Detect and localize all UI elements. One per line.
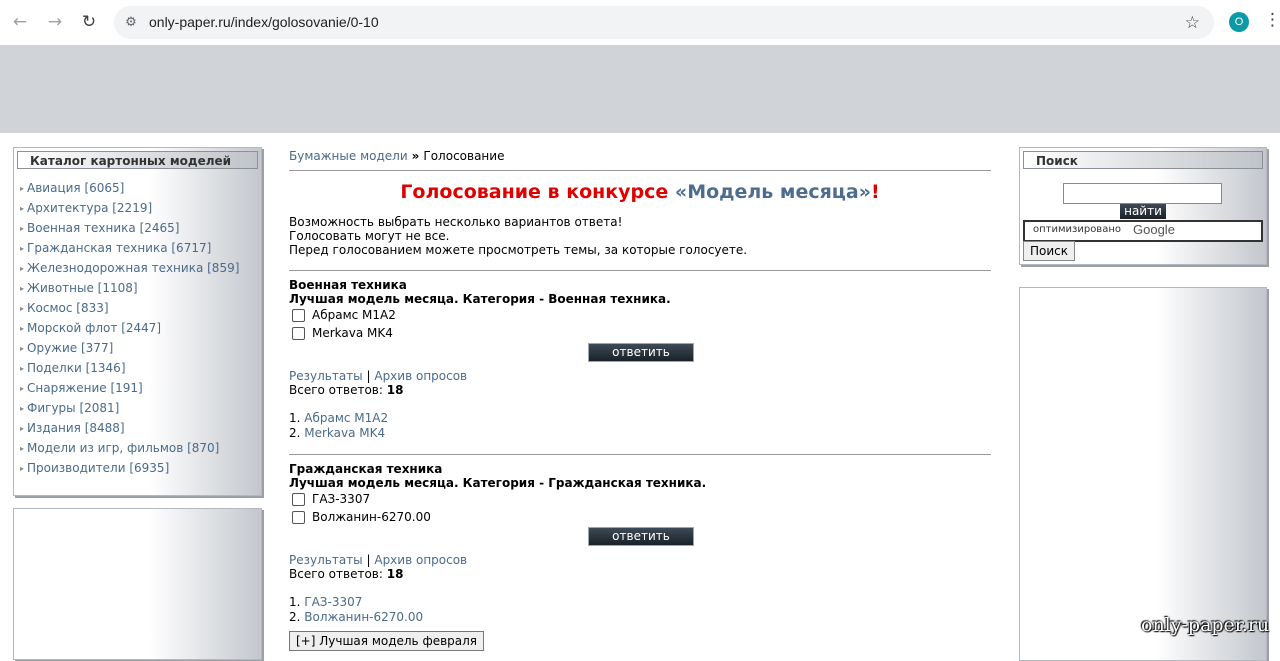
- total-answers: Всего ответов: 18: [289, 383, 404, 397]
- catalog-list: ▸ Авиация [6065] ▸ Архитектура [2219] ▸ Вое…: [14, 172, 261, 478]
- page-title: Голосование в конкурсе «Модель месяца»!: [400, 181, 880, 203]
- poll-links: Результаты | Архив опросов: [289, 553, 468, 567]
- url-text[interactable]: only-paper.ru/index/golosovanie/0-10: [149, 14, 379, 30]
- reload-icon[interactable]: ↻: [78, 11, 100, 33]
- bullet-icon: ▸: [20, 444, 25, 453]
- search-panel: Поиск найти оптимизировано Google Поиск: [1019, 147, 1267, 265]
- google-search-field[interactable]: оптимизировано Google: [1023, 220, 1263, 242]
- right-ad-panel: [1019, 287, 1267, 661]
- breadcrumb-current: Голосование: [423, 149, 505, 163]
- poll-results: 1. ГАЗ-3307 2. Волжанин-6270.00: [289, 595, 991, 625]
- bullet-icon: ▸: [20, 344, 25, 353]
- bullet-icon: ▸: [20, 184, 25, 193]
- catalog-item[interactable]: ▸ Издания [8488]: [20, 418, 261, 438]
- browser-toolbar: ← → ↻ ⚙ only-paper.ru/index/golosovanie/…: [0, 0, 1280, 46]
- result-item: 2. Merkava MK4: [289, 426, 386, 440]
- poll-option[interactable]: ГАЗ-3307: [289, 490, 991, 508]
- breadcrumb: Бумажные модели» Голосование: [289, 147, 991, 165]
- main-content: Бумажные модели» Голосование Голосование …: [289, 147, 991, 651]
- total-answers: Всего ответов: 18: [289, 567, 404, 581]
- poll-civil: Гражданская техника Лучшая модель месяца…: [289, 462, 991, 625]
- site-info-icon[interactable]: ⚙: [122, 14, 140, 32]
- catalog-item[interactable]: ▸ Авиация [6065]: [20, 178, 261, 198]
- checkbox[interactable]: [292, 308, 305, 322]
- watermark-text: only-paper.ru: [1141, 614, 1270, 636]
- checkbox[interactable]: [292, 326, 305, 340]
- bullet-icon: ▸: [20, 404, 25, 413]
- google-logo: Google: [1133, 222, 1175, 237]
- result-item: 1. ГАЗ-3307: [289, 595, 363, 609]
- catalog-item[interactable]: ▸ Животные [1108]: [20, 278, 261, 298]
- search-input[interactable]: [1063, 183, 1222, 204]
- catalog-item[interactable]: ▸ Космос [833]: [20, 298, 261, 318]
- catalog-item[interactable]: ▸ Производители [6935]: [20, 458, 261, 478]
- divider: [289, 270, 991, 271]
- bullet-icon: ▸: [20, 464, 25, 473]
- browser-menu-icon[interactable]: ⋮: [1264, 10, 1280, 30]
- catalog-item[interactable]: ▸ Железнодорожная техника [859]: [20, 258, 261, 278]
- catalog-item[interactable]: ▸ Поделки [1346]: [20, 358, 261, 378]
- catalog-item[interactable]: ▸ Архитектура [2219]: [20, 198, 261, 218]
- poll-category: Гражданская техника: [289, 462, 443, 476]
- search-go-button[interactable]: найти: [1120, 204, 1166, 219]
- poll-links: Результаты | Архив опросов: [289, 369, 468, 383]
- poll-option[interactable]: Волжанин-6270.00: [289, 508, 991, 526]
- results-link[interactable]: Результаты: [289, 369, 363, 383]
- archive-link[interactable]: Архив опросов: [374, 553, 467, 567]
- site-banner: [0, 45, 1280, 133]
- catalog-item[interactable]: ▸ Фигуры [2081]: [20, 398, 261, 418]
- catalog-item[interactable]: ▸ Снаряжение [191]: [20, 378, 261, 398]
- bullet-icon: ▸: [20, 304, 25, 313]
- poll-military: Военная техника Лучшая модель месяца. Ка…: [289, 278, 991, 441]
- address-bar[interactable]: ⚙ only-paper.ru/index/golosovanie/0-10 ☆: [114, 6, 1214, 39]
- bullet-icon: ▸: [20, 324, 25, 333]
- vote-button[interactable]: ответить: [588, 343, 694, 362]
- archive-link[interactable]: Архив опросов: [374, 369, 467, 383]
- profile-avatar[interactable]: O: [1229, 12, 1249, 32]
- bullet-icon: ▸: [20, 224, 25, 233]
- catalog-panel: Каталог картонных моделей ▸ Авиация [6065…: [13, 147, 262, 496]
- result-item: 1. Абрамс М1А2: [289, 411, 389, 425]
- checkbox[interactable]: [292, 510, 305, 524]
- catalog-item[interactable]: ▸ Гражданская техника [6717]: [20, 238, 261, 258]
- bullet-icon: ▸: [20, 244, 25, 253]
- expand-poll-button[interactable]: [+] Лучшая модель февраля: [289, 631, 485, 651]
- left-ad-panel: [13, 508, 262, 660]
- forward-icon[interactable]: →: [44, 11, 66, 33]
- poll-category: Военная техника: [289, 278, 407, 292]
- catalog-title: Каталог картонных моделей: [17, 151, 258, 169]
- bookmark-star-icon[interactable]: ☆: [1185, 13, 1200, 33]
- catalog-item[interactable]: ▸ Морской флот [2447]: [20, 318, 261, 338]
- back-icon[interactable]: ←: [9, 11, 31, 33]
- catalog-item[interactable]: ▸ Военная техника [2465]: [20, 218, 261, 238]
- checkbox[interactable]: [292, 492, 305, 506]
- catalog-item[interactable]: ▸ Модели из игр, фильмов [870]: [20, 438, 261, 458]
- poll-option[interactable]: Абрамс М1А2: [289, 306, 991, 324]
- bullet-icon: ▸: [20, 284, 25, 293]
- search-title: Поиск: [1023, 151, 1263, 169]
- poll-option[interactable]: Merkava MK4: [289, 324, 991, 342]
- divider: [289, 454, 991, 455]
- search-button[interactable]: Поиск: [1023, 241, 1075, 261]
- catalog-item[interactable]: ▸ Оружие [377]: [20, 338, 261, 358]
- results-link[interactable]: Результаты: [289, 553, 363, 567]
- bullet-icon: ▸: [20, 264, 25, 273]
- bullet-icon: ▸: [20, 424, 25, 433]
- intro-text: Возможность выбрать несколько вариантов …: [289, 215, 748, 257]
- breadcrumb-home-link[interactable]: Бумажные модели: [289, 149, 408, 163]
- poll-results: 1. Абрамс М1А2 2. Merkava MK4: [289, 411, 991, 441]
- result-item: 2. Волжанин-6270.00: [289, 610, 424, 624]
- vote-button[interactable]: ответить: [588, 527, 694, 546]
- divider: [289, 170, 991, 171]
- breadcrumb-separator: »: [411, 149, 420, 163]
- bullet-icon: ▸: [20, 364, 25, 373]
- bullet-icon: ▸: [20, 204, 25, 213]
- poll-question: Лучшая модель месяца. Категория - Гражда…: [289, 476, 707, 490]
- bullet-icon: ▸: [20, 384, 25, 393]
- poll-question: Лучшая модель месяца. Категория - Военна…: [289, 292, 671, 306]
